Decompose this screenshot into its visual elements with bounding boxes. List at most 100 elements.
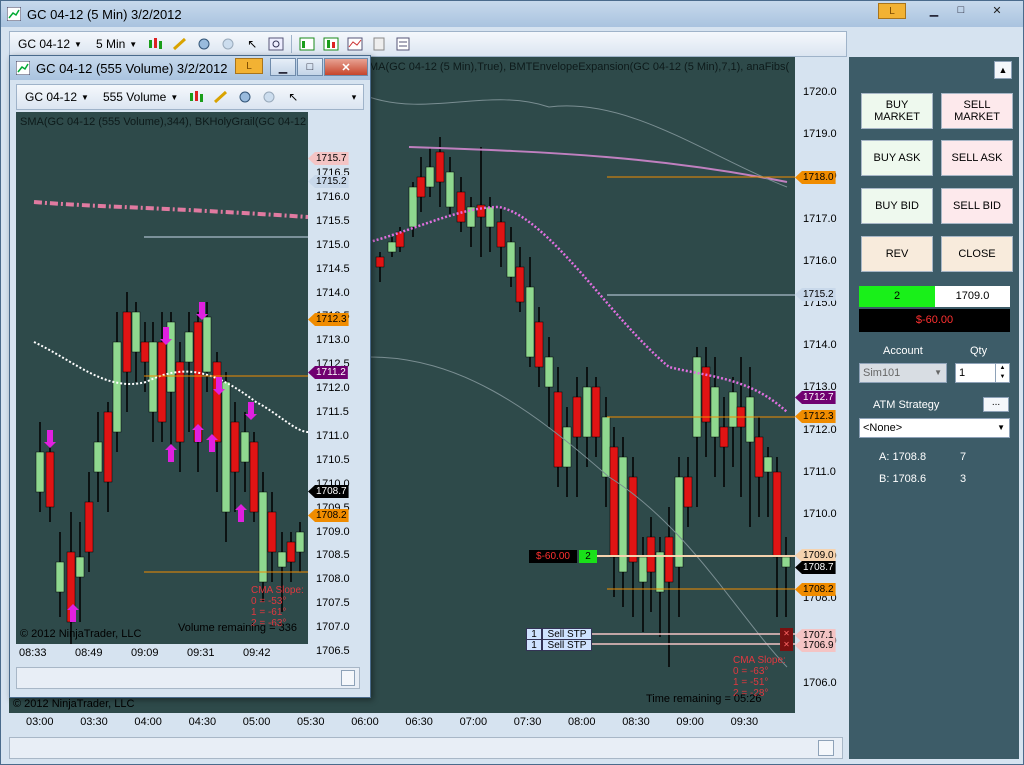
properties-icon[interactable] [394, 35, 412, 53]
candle-body [683, 476, 693, 508]
toolbar-overflow-icon[interactable]: ▾ [345, 88, 363, 106]
instrument-label: GC 04-12 [25, 90, 78, 104]
account-label: Account [883, 345, 923, 357]
cma-line: 1 = -61° [251, 607, 287, 618]
price-tag-1718: 1718.0 [795, 171, 836, 184]
sub-instrument-selector[interactable]: GC 04-12 ▼ [21, 87, 93, 107]
close-window-button[interactable]: ✕ [975, 1, 1019, 19]
candle-body [84, 501, 94, 553]
sub-price-axis[interactable]: 1716.5 1716.0 1715.5 1715.0 1714.5 1714.0 1713… [308, 112, 366, 681]
zoom-icon[interactable] [267, 35, 285, 53]
chevron-down-icon: ▼ [997, 423, 1005, 432]
crosshair-add-icon[interactable] [195, 35, 213, 53]
sub-interval-selector[interactable]: 555 Volume ▼ [99, 87, 182, 107]
reverse-button[interactable]: REV [861, 236, 933, 272]
buy-market-button[interactable]: BUY MARKET [861, 93, 933, 129]
sub-title-bar[interactable]: GC 04-12 (555 Volume) 3/2/2012 L ▁ □ ✕ [10, 56, 370, 80]
sell-market-button[interactable]: SELL MARKET [941, 93, 1013, 129]
sub-horizontal-scrollbar[interactable] [16, 667, 360, 689]
maximize-button[interactable]: □ [948, 1, 974, 19]
data-box-icon[interactable] [298, 35, 316, 53]
crosshair-add-icon[interactable] [236, 88, 254, 106]
x-tick-label: 08:30 [622, 716, 650, 728]
candle-body [184, 331, 194, 363]
volume-price-plot[interactable]: SMA(GC 04-12 (555 Volume),344), BKHolyGr… [16, 112, 313, 644]
pencil-draw-icon[interactable] [212, 88, 230, 106]
x-tick-label: 09:31 [187, 647, 215, 659]
x-tick-label: 03:00 [26, 716, 54, 728]
atm-strategy-select[interactable]: <None> ▼ [859, 418, 1010, 438]
candle-body [408, 186, 418, 228]
remove-drawing-icon[interactable] [260, 88, 278, 106]
main-horizontal-scrollbar[interactable] [9, 737, 843, 759]
position-pnl-marker[interactable]: $-60.00 [529, 550, 577, 563]
account-select[interactable]: Sim101 ▼ [859, 363, 947, 383]
y-tick-label: 1714.5 [316, 262, 350, 275]
candlestick-style-icon[interactable] [188, 88, 206, 106]
candlestick-style-icon[interactable] [147, 35, 165, 53]
price-tag-1706-9: 1706.9 [795, 639, 836, 652]
main-time-axis[interactable]: 03:00 03:30 04:00 04:30 05:00 05:30 06:00 06:30… [9, 713, 795, 731]
candle-body [534, 321, 544, 368]
x-tick-label: 08:49 [75, 647, 103, 659]
chart-trader-panel: ▲ BUY MARKET SELL MARKET BUY ASK SELL AS… [849, 57, 1019, 759]
strategies-icon[interactable] [370, 35, 388, 53]
indicators-icon[interactable] [346, 35, 364, 53]
price-tag-1708-7: 1708.7 [795, 561, 836, 574]
sub-maximize-button[interactable]: □ [297, 58, 323, 76]
qty-stepper[interactable]: 1 ▲ ▼ [955, 363, 1010, 383]
scroll-thumb[interactable] [341, 670, 355, 686]
signal-arrow [44, 430, 56, 448]
bars-panel-icon[interactable] [322, 35, 340, 53]
candle-body [140, 341, 150, 363]
stop-order-marker[interactable]: 1 Sell STP [526, 639, 592, 651]
sell-ask-button[interactable]: SELL ASK [941, 140, 1013, 176]
stepper-arrows-icon[interactable]: ▲ ▼ [995, 364, 1009, 382]
instrument-selector[interactable]: GC 04-12 ▼ [14, 34, 86, 54]
remove-drawing-icon[interactable] [219, 35, 237, 53]
panel-collapse-button[interactable]: ▲ [994, 61, 1012, 79]
link-button[interactable]: L [878, 3, 906, 19]
buy-bid-button[interactable]: BUY BID [861, 188, 933, 224]
cursor-icon[interactable]: ↖ [284, 88, 302, 106]
y-tick-label: 1709.0 [316, 525, 350, 538]
position-qty-display: 2 [859, 286, 935, 307]
y-tick-label: 1708.0 [316, 573, 350, 586]
atm-value: <None> [863, 422, 903, 434]
candle-body [582, 386, 592, 438]
candle-body [295, 531, 305, 553]
order-cancel-icon[interactable]: ✕ ✕ [780, 628, 793, 651]
cma-title: CMA Slope: [251, 585, 304, 596]
cma-title: CMA Slope: [733, 655, 786, 666]
cursor-icon[interactable]: ↖ [243, 35, 261, 53]
position-qty-marker[interactable]: 2 [579, 550, 597, 563]
chart-app-icon [16, 61, 30, 75]
sell-bid-button[interactable]: SELL BID [941, 188, 1013, 224]
candle-body [375, 256, 385, 268]
y-tick-label: 1706.0 [803, 676, 837, 689]
sub-minimize-button[interactable]: ▁ [270, 58, 296, 76]
minimize-button[interactable]: ▁ [921, 1, 947, 19]
y-tick-label: 1716.0 [803, 254, 837, 267]
scroll-thumb[interactable] [818, 740, 834, 756]
atm-strategy-label: ATM Strategy [873, 399, 940, 411]
sub-link-button[interactable]: L [235, 58, 263, 74]
volume-chart-window[interactable]: GC 04-12 (555 Volume) 3/2/2012 L ▁ □ ✕ G… [9, 55, 371, 698]
pencil-draw-icon[interactable] [171, 35, 189, 53]
main-price-axis[interactable]: 1720.01719.01718.01717.01716.01715.01714… [795, 57, 843, 713]
close-position-button[interactable]: CLOSE [941, 236, 1013, 272]
account-value: Sim101 [863, 367, 901, 379]
atm-settings-button[interactable]: ... [983, 397, 1009, 412]
sub-time-axis[interactable]: 08:33 08:49 09:09 09:31 09:42 [16, 644, 308, 664]
buy-ask-button[interactable]: BUY ASK [861, 140, 933, 176]
y-tick-label: 1711.0 [316, 429, 349, 442]
candle-body [476, 204, 486, 218]
y-tick-label: 1712.0 [803, 423, 837, 436]
x-tick-label: 05:00 [242, 716, 271, 728]
sub-close-button[interactable]: ✕ [324, 58, 368, 76]
sub-price-tag-1715-2: 1715.2 [308, 175, 349, 188]
interval-selector[interactable]: 5 Min ▼ [92, 34, 141, 54]
x-tick-label: 09:00 [676, 716, 704, 728]
moving-average-line [368, 205, 788, 413]
toolbar-separator [291, 35, 293, 53]
